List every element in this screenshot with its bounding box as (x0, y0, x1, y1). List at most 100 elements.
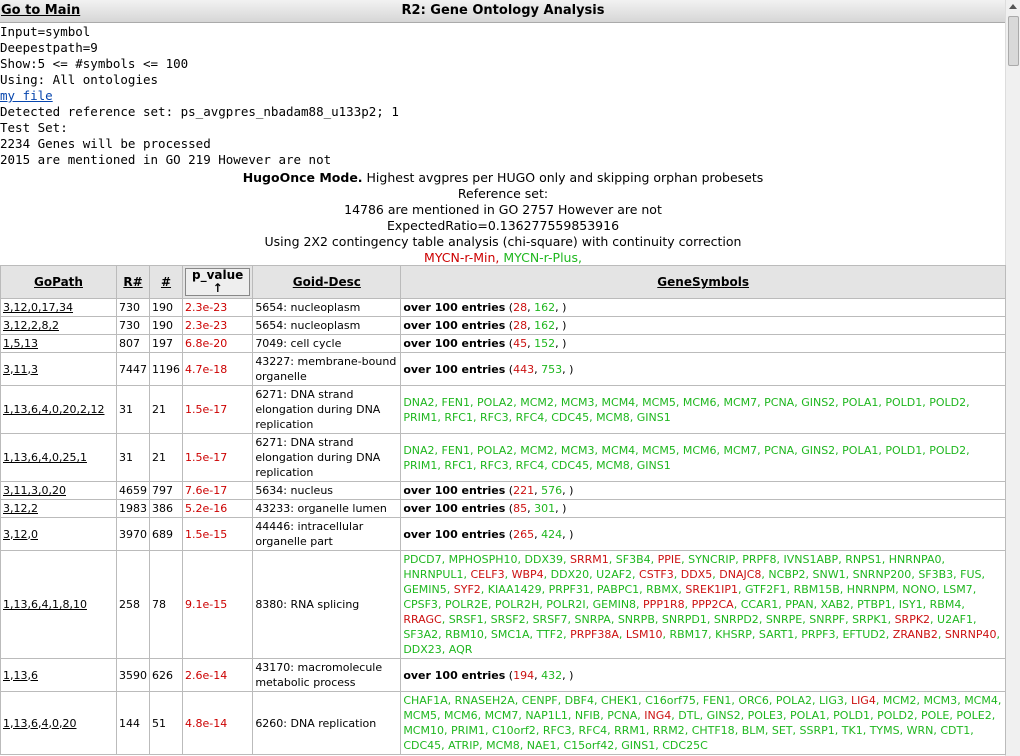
show-range-line: Show:5 <= #symbols <= 100 (0, 56, 189, 71)
gene-separator: , (632, 568, 640, 581)
mode-bold: HugoOnce Mode. (242, 170, 363, 185)
gopath-link[interactable]: 1,13,6 (3, 669, 38, 682)
mode-rest: Highest avgpres per HUGO only and skippi… (362, 170, 764, 185)
gene-separator: , (477, 709, 485, 722)
gopath-link[interactable]: 3,12,2 (3, 502, 38, 515)
gene-symbols-cell: over 100 entries (265, 424, ) (400, 517, 1006, 551)
gene-symbol: RBM10 (445, 628, 484, 641)
gene-symbol: PRPF8 (742, 553, 777, 566)
gene-separator: , (751, 628, 759, 641)
gene-separator: , (441, 553, 449, 566)
gene-symbol: SMC1A (490, 628, 530, 641)
header-r[interactable]: R# (116, 265, 150, 299)
header-count[interactable]: # (149, 265, 183, 299)
header-genes[interactable]: GeneSymbols (400, 265, 1006, 299)
gene-symbol: NAP1L1 (525, 709, 568, 722)
pvalue-sort-box[interactable]: p_value ↑ (185, 268, 251, 296)
gene-symbols-cell: DNA2, FEN1, POLA2, MCM2, MCM3, MCM4, MCM… (400, 385, 1006, 434)
header-gopath[interactable]: GoPath (0, 265, 117, 299)
min-count: 45 (513, 337, 528, 350)
r-count-cell: 258 (116, 550, 150, 659)
gene-symbol: SNRPB (617, 613, 655, 626)
gene-separator: , (514, 694, 522, 707)
top-bar: Go to Main R2: Gene Ontology Analysis (0, 0, 1006, 23)
goid-desc-cell: 8380: RNA splicing (252, 550, 402, 659)
gene-separator: , (913, 709, 921, 722)
gene-symbol: RFC3 (542, 724, 572, 737)
ref-mentioned-line: 14786 are mentioned in GO 2757 However a… (344, 202, 662, 217)
gene-symbol: NFIB (574, 709, 601, 722)
gene-symbol: SRRM1 (570, 553, 609, 566)
scroll-up-arrow-icon[interactable] (1009, 4, 1017, 9)
gene-symbol: DDX5 (680, 568, 713, 581)
gene-separator: , (845, 568, 853, 581)
gene-symbol: SNRPF (809, 613, 846, 626)
count-cell: 626 (149, 658, 183, 692)
gene-symbol: SNRPE (765, 613, 803, 626)
goid-desc-cell: 7049: cell cycle (252, 334, 402, 353)
gopath-link[interactable]: 1,5,13 (3, 337, 38, 350)
gopath-link[interactable]: 1,13,6,4,0,20 (3, 717, 76, 730)
pvalue-cell: 1.5e-17 (181, 385, 254, 434)
gene-separator: , (834, 724, 842, 737)
vertical-scrollbar[interactable] (1005, 0, 1020, 756)
gopath-link[interactable]: 3,11,3 (3, 363, 38, 376)
min-count: 221 (513, 484, 535, 497)
r-count-cell: 31 (116, 433, 150, 482)
gene-separator: , (813, 598, 821, 611)
gopath-link[interactable]: 1,13,6,4,0,25,1 (3, 451, 87, 464)
scrollbar-thumb[interactable] (1008, 16, 1019, 66)
gene-separator: , (487, 598, 495, 611)
gopath-cell: 3,12,0,17,34 (0, 298, 117, 317)
header-desc[interactable]: Goid-Desc (252, 265, 402, 299)
pvalue-cell: 4.7e-18 (181, 352, 254, 386)
gene-separator: , (782, 709, 790, 722)
gene-symbol: DDX23 (403, 643, 442, 656)
gopath-link[interactable]: 3,12,0 (3, 528, 38, 541)
count-cell: 386 (149, 499, 183, 518)
gopath-link[interactable]: 3,11,3,0,20 (3, 484, 66, 497)
gopath-link[interactable]: 3,12,0,17,34 (3, 301, 73, 314)
gene-symbols-cell: over 100 entries (45, 152, ) (400, 334, 1006, 353)
goid-desc-cell: 5634: nucleus (252, 481, 402, 500)
gene-symbol: POLR2E (444, 598, 488, 611)
gopath-link[interactable]: 1,13,6,4,0,20,2,12 (3, 403, 104, 416)
gene-symbol: NONO (902, 583, 937, 596)
gene-symbol: CHEK1 (600, 694, 639, 707)
table-row: 3,12,2,8,2 730 190 2.3e-23 5654: nucleoplasm… (0, 316, 1006, 335)
gene-symbol: WRN (906, 724, 934, 737)
gopath-link[interactable]: 1,13,6,4,1,8,10 (3, 598, 87, 611)
gene-separator: , (899, 724, 907, 737)
gopath-cell: 1,13,6,4,0,20,2,12 (0, 385, 117, 434)
gene-separator: , (764, 724, 772, 737)
gene-separator: , (684, 598, 692, 611)
gene-separator: , (541, 583, 549, 596)
gene-symbol: LSM7 (943, 583, 973, 596)
gene-separator: , (740, 709, 748, 722)
gene-symbol: BLM (741, 724, 765, 737)
over-entries-label: over 100 entries (403, 527, 506, 541)
gene-symbol: CCAR1 (740, 598, 779, 611)
gene-symbol: RRM2 (652, 724, 685, 737)
over-entries-label: over 100 entries (403, 484, 506, 497)
min-count: 28 (513, 319, 528, 332)
goid-desc-cell: 6260: DNA replication (252, 691, 402, 755)
table-row: 1,13,6,4,1,8,10 258 78 9.1e-15 8380: RNA spl… (0, 550, 1006, 659)
gene-symbol: PRIM1 (450, 724, 485, 737)
mode-line: HugoOnce Mode. Highest avgpres per HUGO … (0, 170, 1006, 186)
gene-separator: , (870, 709, 878, 722)
gene-symbol: SRSF2 (490, 613, 526, 626)
count-cell: 190 (149, 316, 183, 335)
gene-separator: , (738, 583, 746, 596)
gene-separator: , (517, 553, 525, 566)
goid-desc-cell: 43170: macromolecule metabolic process (252, 658, 402, 692)
count-cell: 21 (149, 385, 183, 434)
gene-separator: , (673, 568, 681, 581)
goid-desc-cell: 5654: nucleoplasm (252, 298, 402, 317)
gopath-link[interactable]: 3,12,2,8,2 (3, 319, 59, 332)
gene-separator: , (768, 694, 776, 707)
header-pvalue[interactable]: p_value ↑ (181, 265, 254, 299)
gene-symbol: TYMS (869, 724, 900, 737)
my-file-link[interactable]: my file (0, 88, 53, 103)
gopath-cell: 1,5,13 (0, 334, 117, 353)
